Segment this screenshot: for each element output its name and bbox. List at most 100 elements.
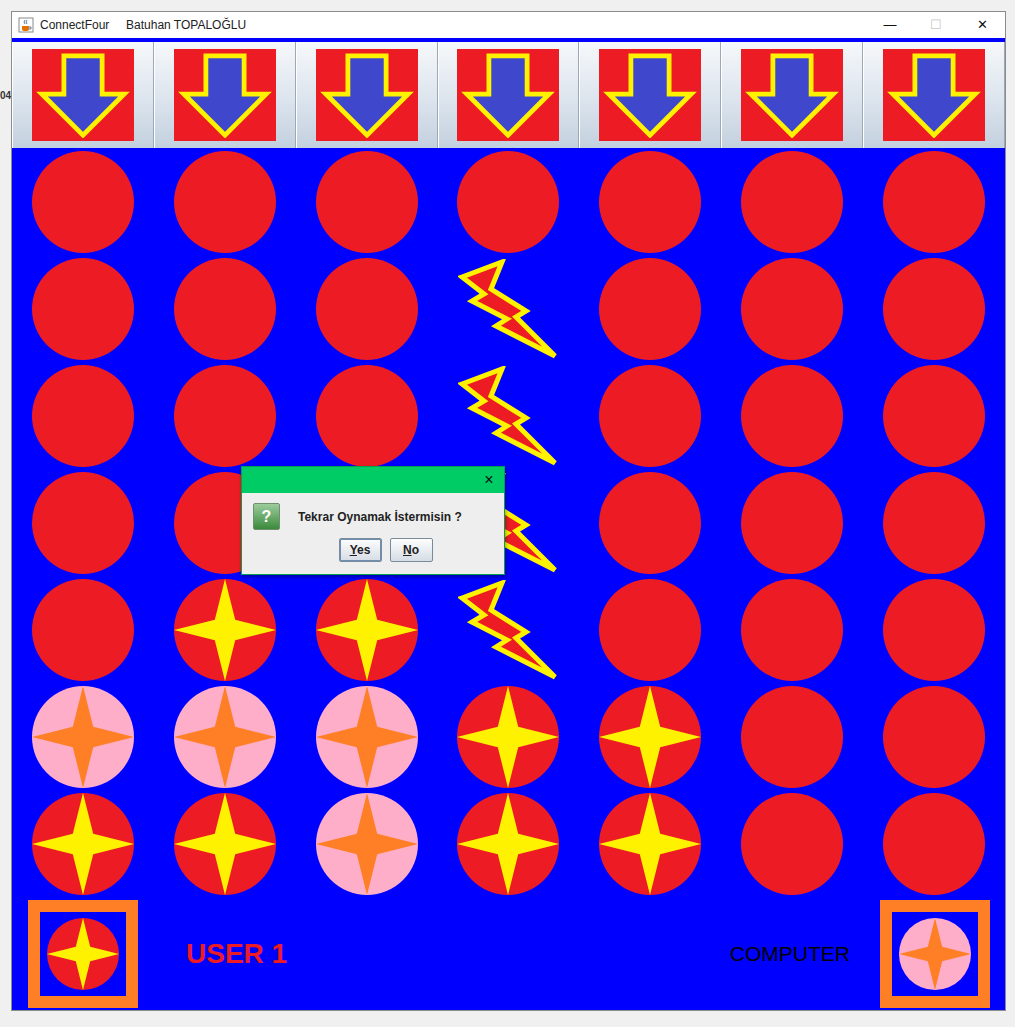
empty-slot [32, 151, 134, 253]
board-cell[interactable] [12, 576, 154, 683]
dialog-title-bar: × [242, 467, 504, 493]
board-cell[interactable] [296, 683, 438, 790]
board-cell[interactable] [438, 576, 580, 683]
board-cell[interactable] [438, 683, 580, 790]
empty-slot [883, 151, 985, 253]
empty-slot [174, 365, 276, 467]
drop-button[interactable] [296, 42, 438, 148]
empty-slot [316, 258, 418, 360]
board-cell[interactable] [863, 576, 1005, 683]
down-arrow-icon [35, 52, 131, 138]
empty-slot [316, 365, 418, 467]
player-name: COMPUTER [730, 938, 850, 970]
board-cell[interactable] [863, 790, 1005, 897]
board-cell[interactable] [863, 148, 1005, 255]
board-cell[interactable] [438, 790, 580, 897]
board-cell[interactable] [721, 469, 863, 576]
user-token [32, 793, 134, 895]
minimize-button[interactable]: — [867, 12, 913, 38]
board-cell[interactable] [579, 576, 721, 683]
maximize-button: ☐ [913, 12, 959, 38]
drop-button[interactable] [12, 42, 154, 148]
close-button[interactable]: ✕ [959, 12, 1005, 38]
title-bar: ConnectFour Batuhan TOPALOĞLU—☐✕ [12, 12, 1005, 38]
down-arrow-icon [602, 52, 698, 138]
background-window-text: 04 [0, 88, 11, 103]
empty-slot [174, 151, 276, 253]
empty-slot [599, 258, 701, 360]
board-cell[interactable] [863, 469, 1005, 576]
drop-button[interactable] [438, 42, 580, 148]
board-cell[interactable] [579, 683, 721, 790]
java-app-icon [18, 17, 34, 33]
board-cell[interactable] [438, 148, 580, 255]
board-cell[interactable] [721, 790, 863, 897]
board-cell[interactable] [438, 255, 580, 362]
user-token [47, 918, 119, 990]
drop-button[interactable] [579, 42, 721, 148]
replay-dialog: × ?Tekrar Oynamak İstermisin ? Yes No [241, 466, 505, 575]
board-cell[interactable] [12, 469, 154, 576]
board-cell[interactable] [154, 683, 296, 790]
empty-slot [741, 151, 843, 253]
board-cell[interactable] [863, 683, 1005, 790]
board-cell[interactable] [12, 362, 154, 469]
empty-slot [174, 258, 276, 360]
board-cell[interactable] [12, 255, 154, 362]
board-cell[interactable] [296, 148, 438, 255]
board-cell[interactable] [863, 255, 1005, 362]
board-cell[interactable] [154, 362, 296, 469]
board-cell[interactable] [296, 362, 438, 469]
board-cell[interactable] [579, 255, 721, 362]
board-cell[interactable] [12, 148, 154, 255]
board-cell[interactable] [721, 576, 863, 683]
drop-button[interactable] [721, 42, 863, 148]
drop-button-face [174, 49, 276, 141]
empty-slot [741, 258, 843, 360]
board-cell[interactable] [154, 790, 296, 897]
board-cell[interactable] [296, 790, 438, 897]
user-token [599, 686, 701, 788]
drop-button[interactable] [154, 42, 296, 148]
dialog-message-row: ?Tekrar Oynamak İstermisin ? [253, 503, 494, 530]
board-cell[interactable] [721, 148, 863, 255]
board-cell[interactable] [154, 576, 296, 683]
game-board [12, 148, 1005, 897]
board-cell[interactable] [12, 683, 154, 790]
no-button[interactable]: No [390, 538, 433, 562]
board-cell[interactable] [438, 362, 580, 469]
down-arrow-icon [744, 52, 840, 138]
board-cell[interactable] [863, 362, 1005, 469]
board-cell[interactable] [579, 469, 721, 576]
empty-slot [599, 151, 701, 253]
yes-button[interactable]: Yes [339, 538, 382, 562]
board-cell[interactable] [579, 148, 721, 255]
user-indicator [28, 900, 138, 1008]
drop-button-face [316, 49, 418, 141]
lightning-icon [458, 366, 558, 466]
drop-button-face [599, 49, 701, 141]
empty-slot [741, 579, 843, 681]
board-cell[interactable] [154, 255, 296, 362]
board-cell[interactable] [721, 255, 863, 362]
board-cell[interactable] [12, 790, 154, 897]
board-cell[interactable] [296, 255, 438, 362]
computer-indicator [880, 900, 990, 1008]
empty-slot [599, 365, 701, 467]
user-token [599, 793, 701, 895]
board-cell[interactable] [579, 790, 721, 897]
user-token [174, 793, 276, 895]
board-cell[interactable] [296, 576, 438, 683]
down-arrow-icon [319, 52, 415, 138]
drop-button-face [741, 49, 843, 141]
empty-slot [32, 365, 134, 467]
drop-button[interactable] [863, 42, 1005, 148]
down-arrow-icon [460, 52, 556, 138]
computer-token [316, 793, 418, 895]
board-cell[interactable] [154, 148, 296, 255]
window-title: ConnectFour Batuhan TOPALOĞLU [34, 16, 867, 34]
board-cell[interactable] [721, 683, 863, 790]
board-cell[interactable] [721, 362, 863, 469]
board-cell[interactable] [579, 362, 721, 469]
dialog-close-button[interactable]: × [474, 472, 504, 488]
